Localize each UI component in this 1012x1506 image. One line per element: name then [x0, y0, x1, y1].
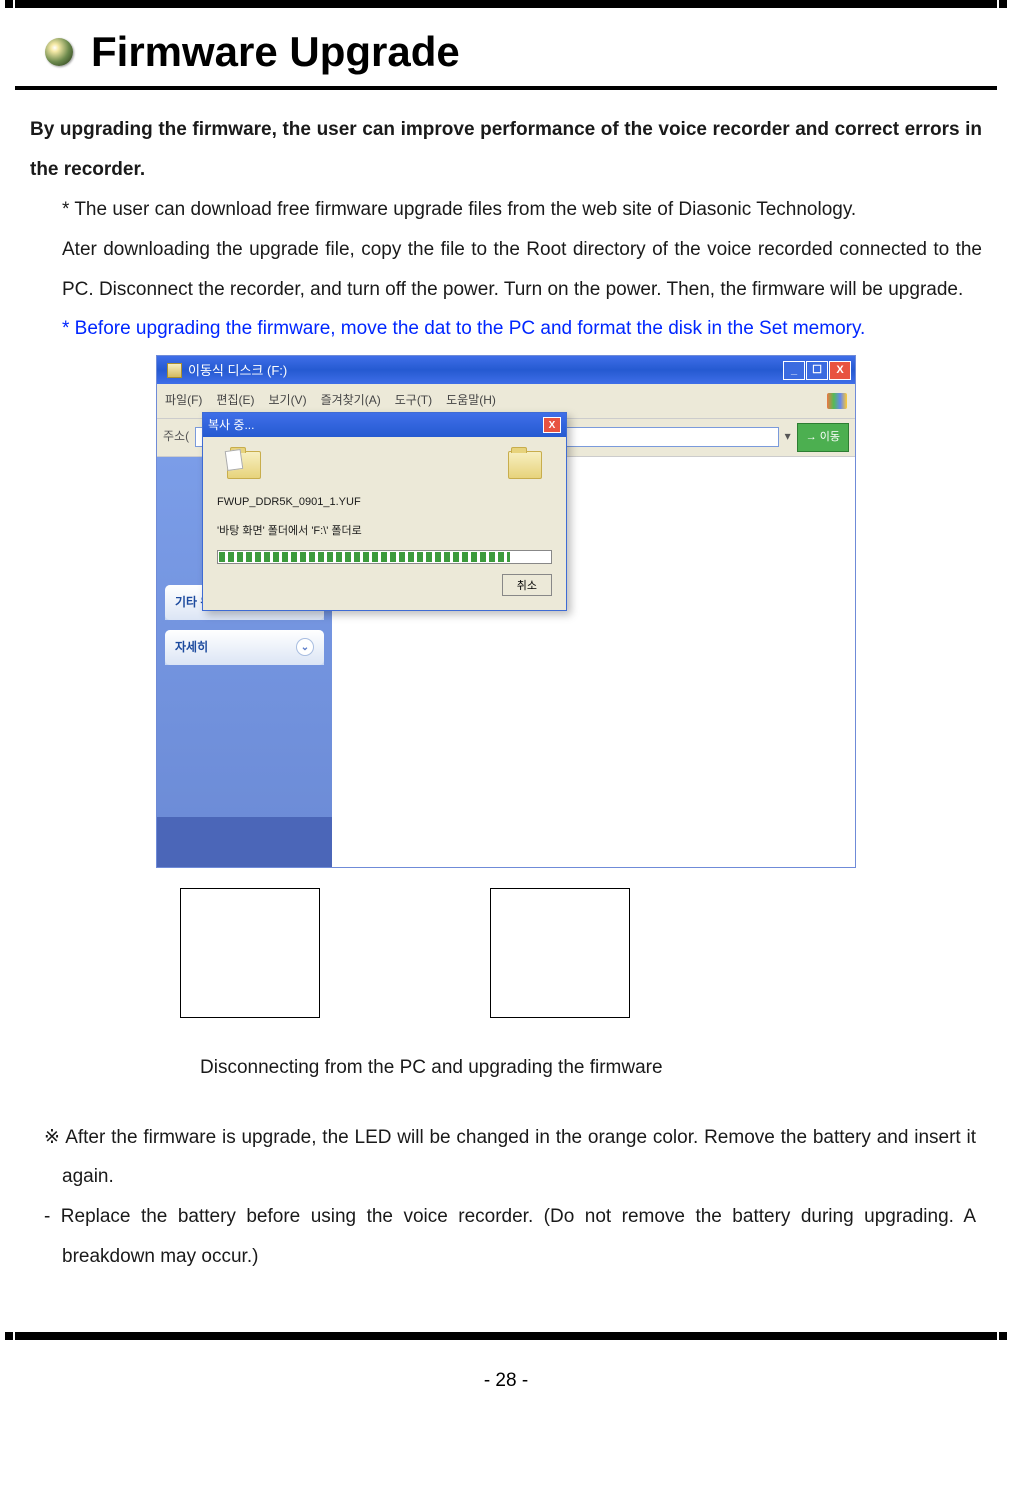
- close-button[interactable]: X: [829, 361, 851, 380]
- maximize-button[interactable]: ☐: [806, 361, 828, 380]
- dialog-title: 복사 중...: [208, 413, 254, 438]
- header: Firmware Upgrade: [15, 8, 997, 90]
- menu-favorites[interactable]: 즐겨찾기(A): [321, 388, 381, 413]
- bottom-rule: [15, 1332, 997, 1340]
- page-title: Firmware Upgrade: [91, 28, 460, 76]
- cancel-button[interactable]: 취소: [502, 574, 552, 596]
- after-upgrade-note: ※ After the firmware is upgrade, the LED…: [42, 1118, 976, 1198]
- explorer-window: 이동식 디스크 (F:) _ ☐ X 파일(F) 편집(E) 보기(V) 즐겨찾…: [156, 355, 856, 867]
- menu-tools[interactable]: 도구(T): [395, 388, 432, 413]
- intro-text: By upgrading the firmware, the user can …: [30, 110, 982, 190]
- instructions-text: Ater downloading the upgrade file, copy …: [30, 230, 982, 310]
- minimize-button[interactable]: _: [783, 361, 805, 380]
- progress-bar: [217, 550, 552, 564]
- path-label: '바탕 화면' 폴더에서 'F:\' 폴더로: [217, 520, 552, 543]
- menu-help[interactable]: 도움말(H): [446, 388, 496, 413]
- replace-battery-note: - Replace the battery before using the v…: [42, 1197, 976, 1277]
- menu-view[interactable]: 보기(V): [268, 388, 306, 413]
- windows-flag-icon: [827, 393, 847, 409]
- figure-caption: Disconnecting from the PC and upgrading …: [30, 1048, 982, 1088]
- page-number: - 28 -: [0, 1370, 1012, 1412]
- source-folder-icon: [227, 451, 261, 479]
- bullet-icon: [45, 38, 73, 66]
- window-title: 이동식 디스크 (F:): [188, 357, 287, 384]
- menu-file[interactable]: 파일(F): [165, 388, 202, 413]
- go-button[interactable]: → 이동: [797, 423, 849, 452]
- dest-folder-icon: [508, 451, 542, 479]
- copy-dialog: 복사 중... X FWUP_DDR5K_0901_1.YUF '바탕 화면' …: [202, 412, 567, 610]
- titlebar: 이동식 디스크 (F:) _ ☐ X: [157, 356, 855, 384]
- download-note: * The user can download free firmware up…: [30, 190, 982, 230]
- address-label: 주소(: [163, 424, 189, 449]
- top-rule: [15, 0, 997, 8]
- sidebar-scrollbar-area: [157, 817, 332, 867]
- drive-icon: [167, 363, 182, 378]
- filename-label: FWUP_DDR5K_0901_1.YUF: [217, 491, 552, 514]
- blue-warning: * Before upgrading the firmware, move th…: [30, 309, 982, 349]
- placeholder-box-1: [180, 888, 320, 1018]
- menu-edit[interactable]: 편집(E): [216, 388, 254, 413]
- screenshot-container: 이동식 디스크 (F:) _ ☐ X 파일(F) 편집(E) 보기(V) 즐겨찾…: [30, 355, 982, 867]
- chevron-icon: ⌄: [296, 638, 314, 656]
- dialog-close-button[interactable]: X: [543, 417, 561, 433]
- sidebar-group-details[interactable]: 자세히⌄: [165, 630, 324, 665]
- placeholder-box-2: [490, 888, 630, 1018]
